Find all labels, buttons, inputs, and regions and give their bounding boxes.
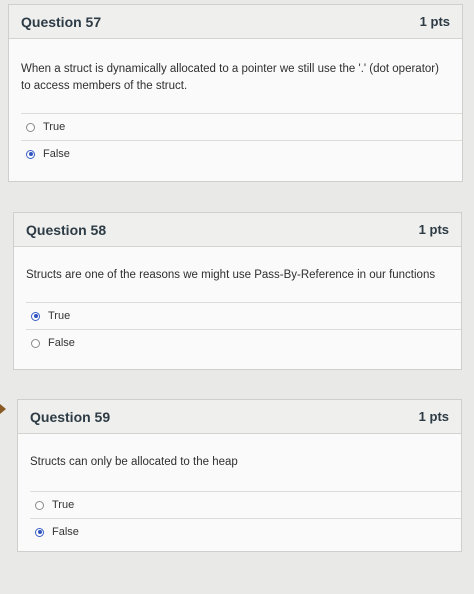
- answer-label: True: [52, 499, 75, 511]
- answer-option-false[interactable]: False: [14, 330, 461, 356]
- answer-option-false[interactable]: False: [18, 519, 461, 545]
- answer-option-true[interactable]: True: [9, 114, 462, 140]
- radio-button-icon[interactable]: [31, 338, 40, 348]
- radio-button-selected-icon[interactable]: [31, 311, 40, 321]
- question-card-57: Question 57 1 pts When a struct is dynam…: [8, 4, 463, 182]
- question-title: Question 57: [21, 13, 102, 30]
- answer-label: True: [48, 310, 71, 322]
- question-text: Structs are one of the reasons we might …: [26, 269, 436, 281]
- answer-label: False: [48, 337, 75, 349]
- question-text: Structs can only be allocated to the hea…: [30, 456, 238, 468]
- radio-button-selected-icon[interactable]: [26, 149, 35, 159]
- radio-button-icon[interactable]: [26, 122, 35, 132]
- current-question-marker-icon: [0, 404, 6, 414]
- answer-option-true[interactable]: True: [18, 492, 461, 518]
- question-card-58: Question 58 1 pts Structs are one of the…: [13, 212, 462, 370]
- answer-label: False: [52, 526, 79, 538]
- answer-option-false[interactable]: False: [9, 141, 462, 167]
- radio-button-icon[interactable]: [35, 500, 44, 510]
- answer-label: True: [43, 121, 66, 133]
- question-points: 1 pts: [418, 409, 449, 424]
- question-title: Question 59: [30, 408, 111, 425]
- question-text: When a struct is dynamically allocated t…: [21, 63, 439, 92]
- question-card-59: Question 59 1 pts Structs can only be al…: [17, 399, 462, 552]
- question-header: Question 57 1 pts: [9, 5, 462, 39]
- radio-button-selected-icon[interactable]: [35, 527, 44, 537]
- question-header: Question 59 1 pts: [18, 400, 461, 434]
- answer-label: False: [43, 148, 70, 160]
- question-points: 1 pts: [419, 14, 450, 29]
- question-title: Question 58: [26, 221, 107, 238]
- question-header: Question 58 1 pts: [14, 213, 461, 247]
- question-points: 1 pts: [418, 222, 449, 237]
- answer-option-true[interactable]: True: [14, 303, 461, 329]
